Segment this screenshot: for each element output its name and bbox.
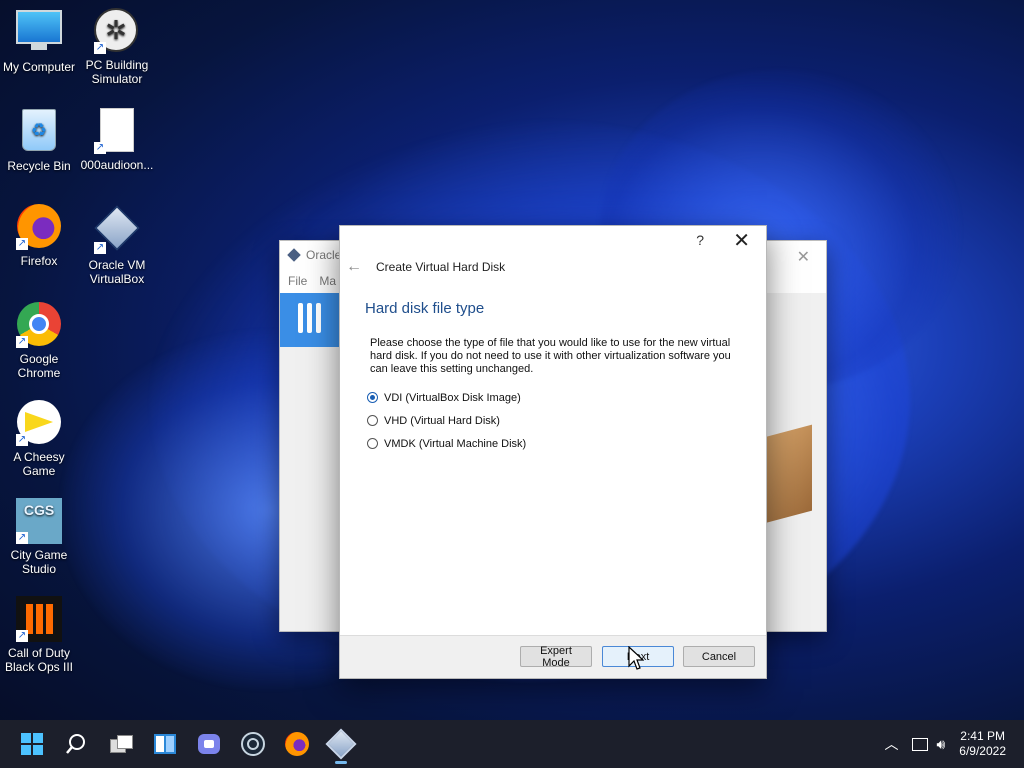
shortcut-arrow-icon: ↗ xyxy=(94,42,106,54)
desktop-icon-google-chrome[interactable]: ↗ Google Chrome xyxy=(0,302,78,380)
cod-icon: ↗ xyxy=(16,596,62,642)
shortcut-arrow-icon: ↗ xyxy=(16,434,28,446)
virtualbox-icon: ↗ xyxy=(94,205,140,254)
radio-unchecked-icon xyxy=(367,438,378,449)
virtualbox-icon xyxy=(325,728,357,760)
back-arrow-icon[interactable]: ← xyxy=(346,258,376,276)
clock[interactable]: 2:41 PM 6/9/2022 xyxy=(959,729,1006,759)
dialog-title: Create Virtual Hard Disk xyxy=(376,260,506,274)
desktop-icon-pc-building-simulator[interactable]: ✲ ↗ PC Building Simulator xyxy=(78,8,156,86)
start-button[interactable] xyxy=(16,728,48,760)
back-window-title: Oracle xyxy=(306,248,342,262)
radio-checked-icon xyxy=(367,392,378,403)
teams-chat-button[interactable] xyxy=(193,728,225,760)
radio-vdi[interactable]: VDI (VirtualBox Disk Image) xyxy=(367,386,766,409)
network-icon[interactable] xyxy=(912,737,929,751)
clock-date: 6/9/2022 xyxy=(959,744,1006,758)
radio-label: VDI (VirtualBox Disk Image) xyxy=(384,391,521,404)
firefox-icon xyxy=(285,732,309,756)
shortcut-arrow-icon: ↗ xyxy=(94,242,106,254)
steam-icon xyxy=(241,732,265,756)
chevron-up-icon[interactable]: ︿ xyxy=(884,734,898,754)
tools-illustration-icon xyxy=(764,424,812,524)
fan-icon: ✲ ↗ xyxy=(94,8,140,54)
mouse-cursor-icon xyxy=(628,646,644,670)
search-icon xyxy=(66,734,85,754)
expert-mode-button[interactable]: Expert Mode xyxy=(520,645,592,669)
volume-icon[interactable]: 🔊︎ xyxy=(936,736,945,753)
widgets-icon xyxy=(154,734,176,754)
menu-item-file[interactable]: File xyxy=(288,274,307,288)
close-icon[interactable]: ✕ xyxy=(797,247,810,267)
widgets-button[interactable] xyxy=(149,728,181,760)
radio-vmdk[interactable]: VMDK (Virtual Machine Disk) xyxy=(367,432,766,455)
desktop-icon-city-game-studio[interactable]: CGS ↗ City Game Studio xyxy=(0,498,78,576)
menu-item-machine[interactable]: Ma xyxy=(319,274,336,288)
dialog-titlebar: ? ✕ xyxy=(340,226,766,254)
firefox-icon: ↗ xyxy=(16,204,62,250)
document-icon: ↗ xyxy=(94,108,140,154)
firefox-taskbar-button[interactable] xyxy=(281,728,313,760)
virtualbox-taskbar-button[interactable] xyxy=(325,728,357,764)
recycle-bin-icon: ♻ xyxy=(16,109,62,155)
taskbar: ︿ 🔊︎ 2:41 PM 6/9/2022 xyxy=(0,720,1024,768)
desktop-icon-my-computer[interactable]: My Computer xyxy=(0,8,78,74)
task-view-icon xyxy=(110,735,133,753)
create-virtual-hard-disk-dialog: ? ✕ ← Create Virtual Hard Disk Hard disk… xyxy=(339,225,767,679)
steam-button[interactable] xyxy=(237,728,269,760)
cgs-icon: CGS ↗ xyxy=(16,498,62,544)
tools-item[interactable] xyxy=(280,293,340,347)
chat-icon xyxy=(198,734,220,754)
desktop-icon-oracle-vm-virtualbox[interactable]: ↗ Oracle VM VirtualBox xyxy=(78,204,156,286)
desktop-icon-recycle-bin[interactable]: ♻ Recycle Bin xyxy=(0,106,78,173)
close-button[interactable]: ✕ xyxy=(733,228,750,253)
clock-time: 2:41 PM xyxy=(960,729,1005,743)
system-tray: ︿ 🔊︎ 2:41 PM 6/9/2022 xyxy=(884,720,1024,768)
desktop-icon-000audioon[interactable]: ↗ 000audioon... xyxy=(78,106,156,172)
file-type-options: VDI (VirtualBox Disk Image) VHD (Virtual… xyxy=(340,386,766,455)
windows-logo-icon xyxy=(21,733,43,755)
radio-unchecked-icon xyxy=(367,415,378,426)
shortcut-arrow-icon: ↗ xyxy=(16,238,28,250)
cancel-button[interactable]: Cancel xyxy=(683,646,755,667)
help-button[interactable]: ? xyxy=(696,232,704,248)
search-button[interactable] xyxy=(60,728,92,760)
radio-label: VMDK (Virtual Machine Disk) xyxy=(384,437,527,450)
dialog-header: ← Create Virtual Hard Disk xyxy=(340,254,766,280)
tools-icon xyxy=(298,303,324,333)
radio-vhd[interactable]: VHD (Virtual Hard Disk) xyxy=(367,409,766,432)
desktop-icon-a-cheesy-game[interactable]: ↗ A Cheesy Game xyxy=(0,400,78,478)
cheese-icon: ↗ xyxy=(16,400,62,446)
page-title: Hard disk file type xyxy=(365,300,485,317)
shortcut-arrow-icon: ↗ xyxy=(16,336,28,348)
monitor-icon xyxy=(16,10,62,56)
shortcut-arrow-icon: ↗ xyxy=(16,532,28,544)
radio-label: VHD (Virtual Hard Disk) xyxy=(384,414,500,427)
description-text: Please choose the type of file that you … xyxy=(370,337,731,375)
shortcut-arrow-icon: ↗ xyxy=(94,142,106,154)
task-view-button[interactable] xyxy=(105,728,137,760)
dialog-footer: Expert Mode Next Cancel xyxy=(340,635,766,678)
shortcut-arrow-icon: ↗ xyxy=(16,630,28,642)
desktop-icon-call-of-duty[interactable]: ↗ Call of Duty Black Ops III xyxy=(0,596,78,674)
desktop-icon-firefox[interactable]: ↗ Firefox xyxy=(0,204,78,268)
virtualbox-icon xyxy=(287,248,301,262)
chrome-icon: ↗ xyxy=(16,302,62,348)
